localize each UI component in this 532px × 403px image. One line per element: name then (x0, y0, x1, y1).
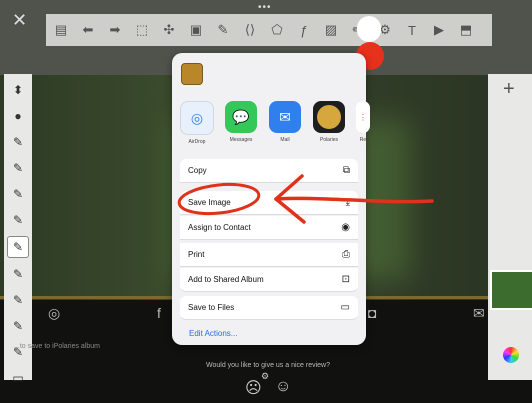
app-label: AirDrop (188, 139, 206, 145)
select-icon[interactable]: ⬚ (130, 18, 154, 42)
brush-2-icon[interactable]: ✎ (8, 158, 28, 178)
brush-4-icon[interactable]: ✎ (8, 210, 28, 230)
action-copy[interactable]: Copy ⧉ (180, 159, 358, 183)
layers-panel (488, 74, 532, 380)
move-icon[interactable]: ✣ (157, 18, 181, 42)
more-icon[interactable]: ••• (258, 2, 272, 13)
canvas-toolbar: ▤ ⬅ ➡ ⬚ ✣ ▣ ✎ ⟨⟩ ⬠ ƒ ▨ ✏ ⚙ T ▶ ⬒ (46, 14, 492, 46)
action-save-image[interactable]: Save Image ⤓ (180, 191, 358, 215)
happy-face-icon[interactable]: ☺ (275, 378, 291, 396)
action-label: Save to Files (188, 303, 235, 312)
brush-8-icon[interactable]: ✎ (8, 316, 28, 336)
action-label: Print (188, 250, 205, 259)
close-icon[interactable]: ✕ (12, 10, 27, 31)
share-app-mail[interactable]: ✉ Mail (268, 101, 302, 145)
gear-icon[interactable]: ⚙ (261, 371, 269, 382)
copy-icon: ⧉ (342, 165, 350, 176)
eraser-icon[interactable]: ▭ (8, 368, 28, 388)
share-app-polaries[interactable]: Polaries (312, 101, 346, 145)
reminders-icon: ⋮ (356, 101, 370, 133)
undo-icon[interactable]: ⬅ (76, 18, 100, 42)
share-apps-row: ◎ AirDrop 💬 Messages ✉ Mail Polaries ⋮ R… (180, 101, 370, 145)
share-app-reminders[interactable]: ⋮ Re (356, 101, 370, 145)
app-label: Polaries (319, 137, 339, 143)
polaries-icon (313, 101, 345, 133)
airdrop-icon: ◎ (180, 101, 214, 135)
shape-icon[interactable]: ⬠ (265, 18, 289, 42)
brush-panel: ⬍ ● ✎ ✎ ✎ ✎ ✎ ✎ ✎ ✎ ✎ ▭ (4, 74, 32, 385)
layers-icon[interactable]: ▣ (184, 18, 208, 42)
shared-item-thumbnail (181, 63, 203, 85)
ruler-icon[interactable]: ƒ (292, 18, 316, 42)
messages-icon: 💬 (225, 101, 257, 133)
edit-actions-link[interactable]: Edit Actions... (189, 329, 237, 338)
brush-ink-icon[interactable]: ● (8, 106, 28, 126)
action-label: Assign to Contact (188, 223, 251, 232)
brush-3-icon[interactable]: ✎ (8, 184, 28, 204)
image-icon[interactable]: ▨ (319, 18, 343, 42)
app-label: Messages (229, 137, 253, 143)
contact-icon: ◉ (341, 222, 350, 233)
redo-icon[interactable]: ➡ (103, 18, 127, 42)
print-icon: ⎙ (342, 249, 350, 260)
brush-5-icon[interactable]: ✎ (7, 236, 29, 258)
fill-icon[interactable]: ✎ (211, 18, 235, 42)
save-status-text: ...to save to iPolaries album (14, 343, 100, 350)
reference-icon[interactable]: ⬒ (454, 18, 478, 42)
sad-face-icon[interactable]: ☹ (245, 378, 262, 398)
brush-6-icon[interactable]: ✎ (8, 264, 28, 284)
action-label: Add to Shared Album (188, 275, 264, 284)
airdrop-icon[interactable]: ◎ (48, 305, 60, 322)
text-icon[interactable]: T (400, 18, 424, 42)
transform-icon[interactable]: ⟨⟩ (238, 18, 262, 42)
action-assign-contact[interactable]: Assign to Contact ◉ (180, 216, 358, 240)
app-label: Re (359, 137, 367, 143)
brush-7-icon[interactable]: ✎ (8, 290, 28, 310)
brush-pencil-icon[interactable]: ⬍ (8, 80, 28, 100)
instagram-icon[interactable]: ◘ (368, 305, 376, 321)
mail-icon[interactable]: ✉ (473, 305, 485, 322)
save-image-icon: ⤓ (345, 197, 350, 208)
facebook-icon[interactable]: f (157, 305, 161, 321)
document-icon[interactable]: ▤ (49, 18, 73, 42)
action-print[interactable]: Print ⎙ (180, 243, 358, 267)
share-app-messages[interactable]: 💬 Messages (224, 101, 258, 145)
brush-preview-icon[interactable] (357, 16, 381, 42)
video-icon[interactable]: ▶ (427, 18, 451, 42)
action-label: Copy (188, 166, 207, 175)
layer-thumbnail[interactable] (490, 270, 532, 310)
action-add-shared-album[interactable]: Add to Shared Album ⊡ (180, 268, 358, 292)
add-layer-button[interactable]: + (503, 78, 515, 101)
mail-icon: ✉ (269, 101, 301, 133)
review-question: Would you like to give us a nice review? (206, 362, 330, 369)
action-save-to-files[interactable]: Save to Files ▭ (180, 296, 358, 320)
app-label: Mail (280, 137, 290, 143)
share-app-airdrop[interactable]: ◎ AirDrop (180, 101, 214, 145)
color-wheel-icon[interactable] (503, 347, 519, 363)
brush-1-icon[interactable]: ✎ (8, 132, 28, 152)
action-label: Save Image (188, 198, 231, 207)
shared-album-icon: ⊡ (341, 274, 350, 285)
folder-icon: ▭ (340, 302, 350, 313)
